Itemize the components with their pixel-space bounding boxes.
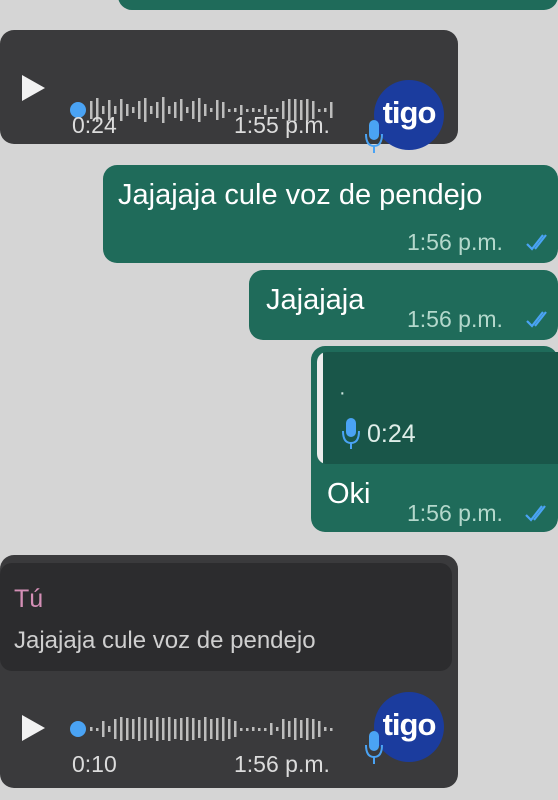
voice-duration: 0:24 [72,112,117,138]
message-time: 1:55 p.m. [234,112,330,138]
message-time: 1:56 p.m. [407,306,503,332]
quote-accent-bar [317,352,323,464]
microphone-icon [365,120,383,153]
playback-position-dot[interactable] [70,721,86,737]
microphone-icon [365,731,383,764]
message-text: Jajajaja cule voz de pendejo [118,179,483,211]
sender-avatar[interactable]: tigo [374,80,444,150]
read-ticks-icon [526,311,547,328]
sender-avatar[interactable]: tigo [374,692,444,762]
message-time: 1:56 p.m. [234,751,330,777]
quoted-sender: Tú [14,585,44,613]
waveform-icon[interactable] [88,712,348,746]
message-text: Jajajaja [266,284,365,316]
message-text: Oki [327,478,371,510]
message-bubble[interactable]: Jajajaja 1:56 p.m. [249,270,558,340]
message-bubble-partial[interactable] [118,0,558,10]
microphone-icon [342,418,360,449]
message-time: 1:56 p.m. [407,229,503,255]
voice-duration: 0:10 [72,751,117,777]
quoted-text: Jajajaja cule voz de pendejo [14,627,316,654]
reply-message-bubble[interactable]: · 0:24 Oki 1:56 p.m. [311,346,558,532]
read-ticks-icon [526,234,547,251]
message-time: 1:56 p.m. [407,500,503,526]
quoted-voice-duration: 0:24 [367,420,416,448]
message-bubble[interactable]: Jajajaja cule voz de pendejo 1:56 p.m. [103,165,558,263]
quoted-message[interactable]: · 0:24 [317,352,558,464]
play-icon[interactable] [22,715,45,741]
quoted-sender: · [339,382,346,404]
read-ticks-icon [525,505,546,522]
reply-voice-message-bubble[interactable]: Tú Jajajaja cule voz de pendejo 0:10 1:5… [0,555,458,788]
play-icon[interactable] [22,75,45,101]
voice-message-bubble[interactable]: 0:24 1:55 p.m. tigo [0,30,458,153]
quoted-message[interactable]: Tú Jajajaja cule voz de pendejo [0,563,452,671]
